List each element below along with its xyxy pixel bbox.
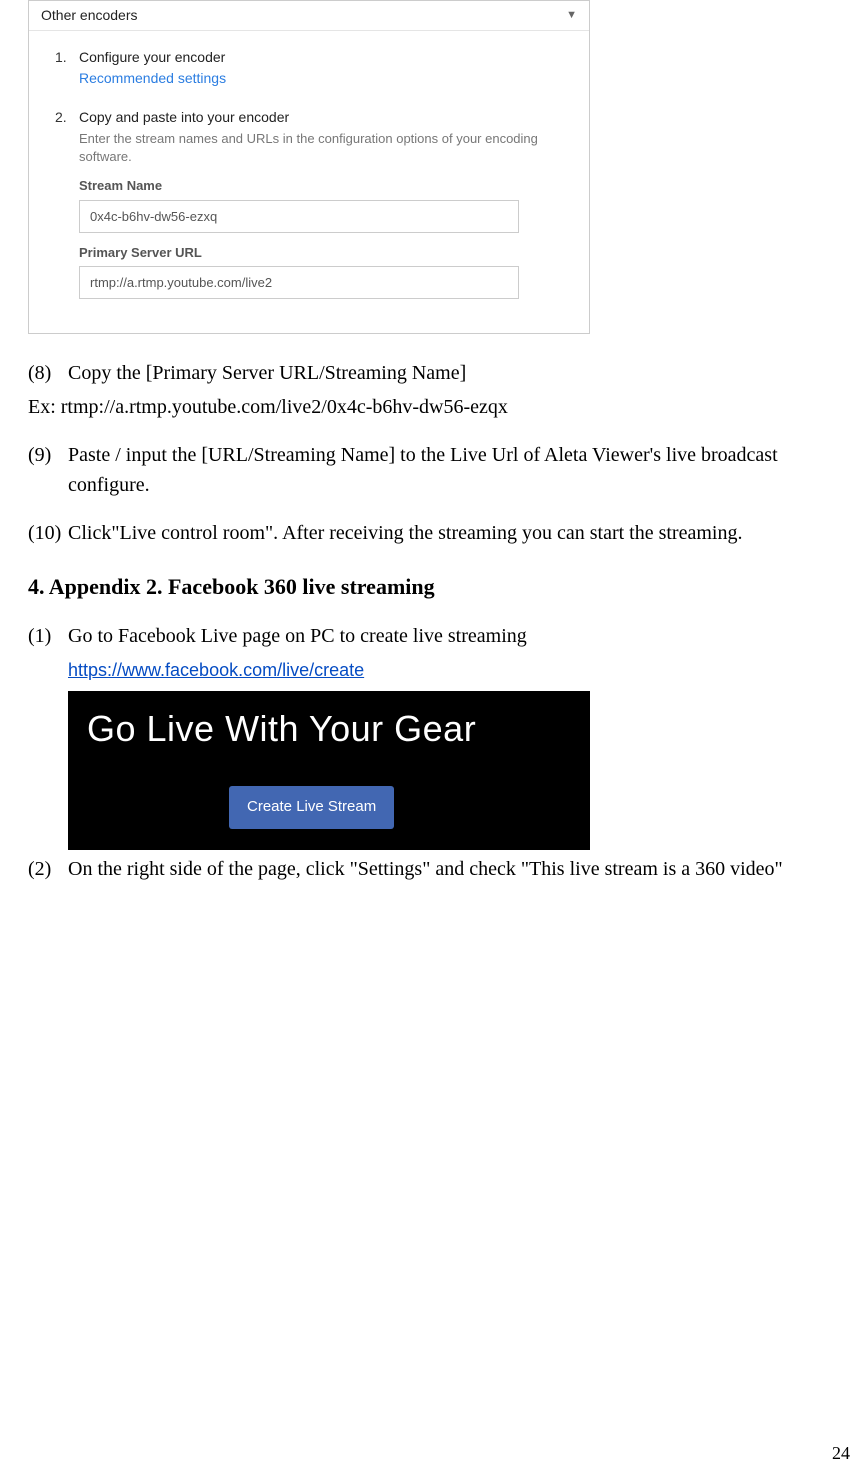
step-8: (8)Copy the [Primary Server URL/Streamin…: [28, 358, 836, 388]
youtube-encoder-panel: Other encoders ▼ 1. Configure your encod…: [28, 0, 590, 334]
step-8-example: Ex: rtmp://a.rtmp.youtube.com/live2/0x4c…: [28, 392, 836, 422]
step-10-text: Click"Live control room". After receivin…: [68, 522, 742, 544]
step-2-title: Copy and paste into your encoder: [79, 107, 565, 128]
encoder-dropdown[interactable]: Other encoders ▼: [29, 1, 589, 31]
page-number: 24: [832, 1440, 850, 1467]
fb-step-2-number: (2): [28, 854, 68, 884]
step-9-number: (9): [28, 440, 68, 470]
step-9-text: Paste / input the [URL/Streaming Name] t…: [68, 444, 778, 496]
step-number: 2.: [55, 107, 67, 128]
stream-name-input[interactable]: [79, 200, 519, 233]
fb-step-1: (1)Go to Facebook Live page on PC to cre…: [28, 621, 836, 651]
fb-step-2-text: On the right side of the page, click "Se…: [68, 858, 783, 880]
encoder-step-2: 2. Copy and paste into your encoder Ente…: [79, 107, 565, 299]
encoder-dropdown-label: Other encoders: [41, 5, 138, 26]
step-2-description: Enter the stream names and URLs in the c…: [79, 130, 565, 166]
step-8-text: Copy the [Primary Server URL/Streaming N…: [68, 362, 466, 384]
appendix-heading: 4. Appendix 2. Facebook 360 live streami…: [28, 570, 836, 603]
create-live-stream-button[interactable]: Create Live Stream: [229, 786, 394, 829]
step-1-title: Configure your encoder: [79, 47, 565, 68]
encoder-step-1: 1. Configure your encoder Recommended se…: [79, 47, 565, 89]
primary-url-label: Primary Server URL: [79, 243, 565, 263]
stream-name-label: Stream Name: [79, 176, 565, 196]
facebook-banner: Go Live With Your Gear Create Live Strea…: [68, 691, 590, 850]
encoder-steps: 1. Configure your encoder Recommended se…: [29, 31, 589, 333]
fb-step-1-number: (1): [28, 621, 68, 651]
fb-step-1-text: Go to Facebook Live page on PC to create…: [68, 625, 527, 647]
facebook-banner-title: Go Live With Your Gear: [69, 692, 589, 786]
recommended-settings-link[interactable]: Recommended settings: [79, 68, 565, 89]
facebook-live-create-link[interactable]: https://www.facebook.com/live/create: [28, 657, 364, 684]
chevron-down-icon: ▼: [566, 7, 577, 24]
primary-url-input[interactable]: [79, 266, 519, 299]
step-number: 1.: [55, 47, 67, 68]
fb-step-2: (2)On the right side of the page, click …: [28, 854, 836, 884]
step-10: (10)Click"Live control room". After rece…: [28, 518, 836, 548]
step-9: (9)Paste / input the [URL/Streaming Name…: [28, 440, 836, 500]
step-8-number: (8): [28, 358, 68, 388]
step-10-number: (10): [28, 518, 68, 548]
